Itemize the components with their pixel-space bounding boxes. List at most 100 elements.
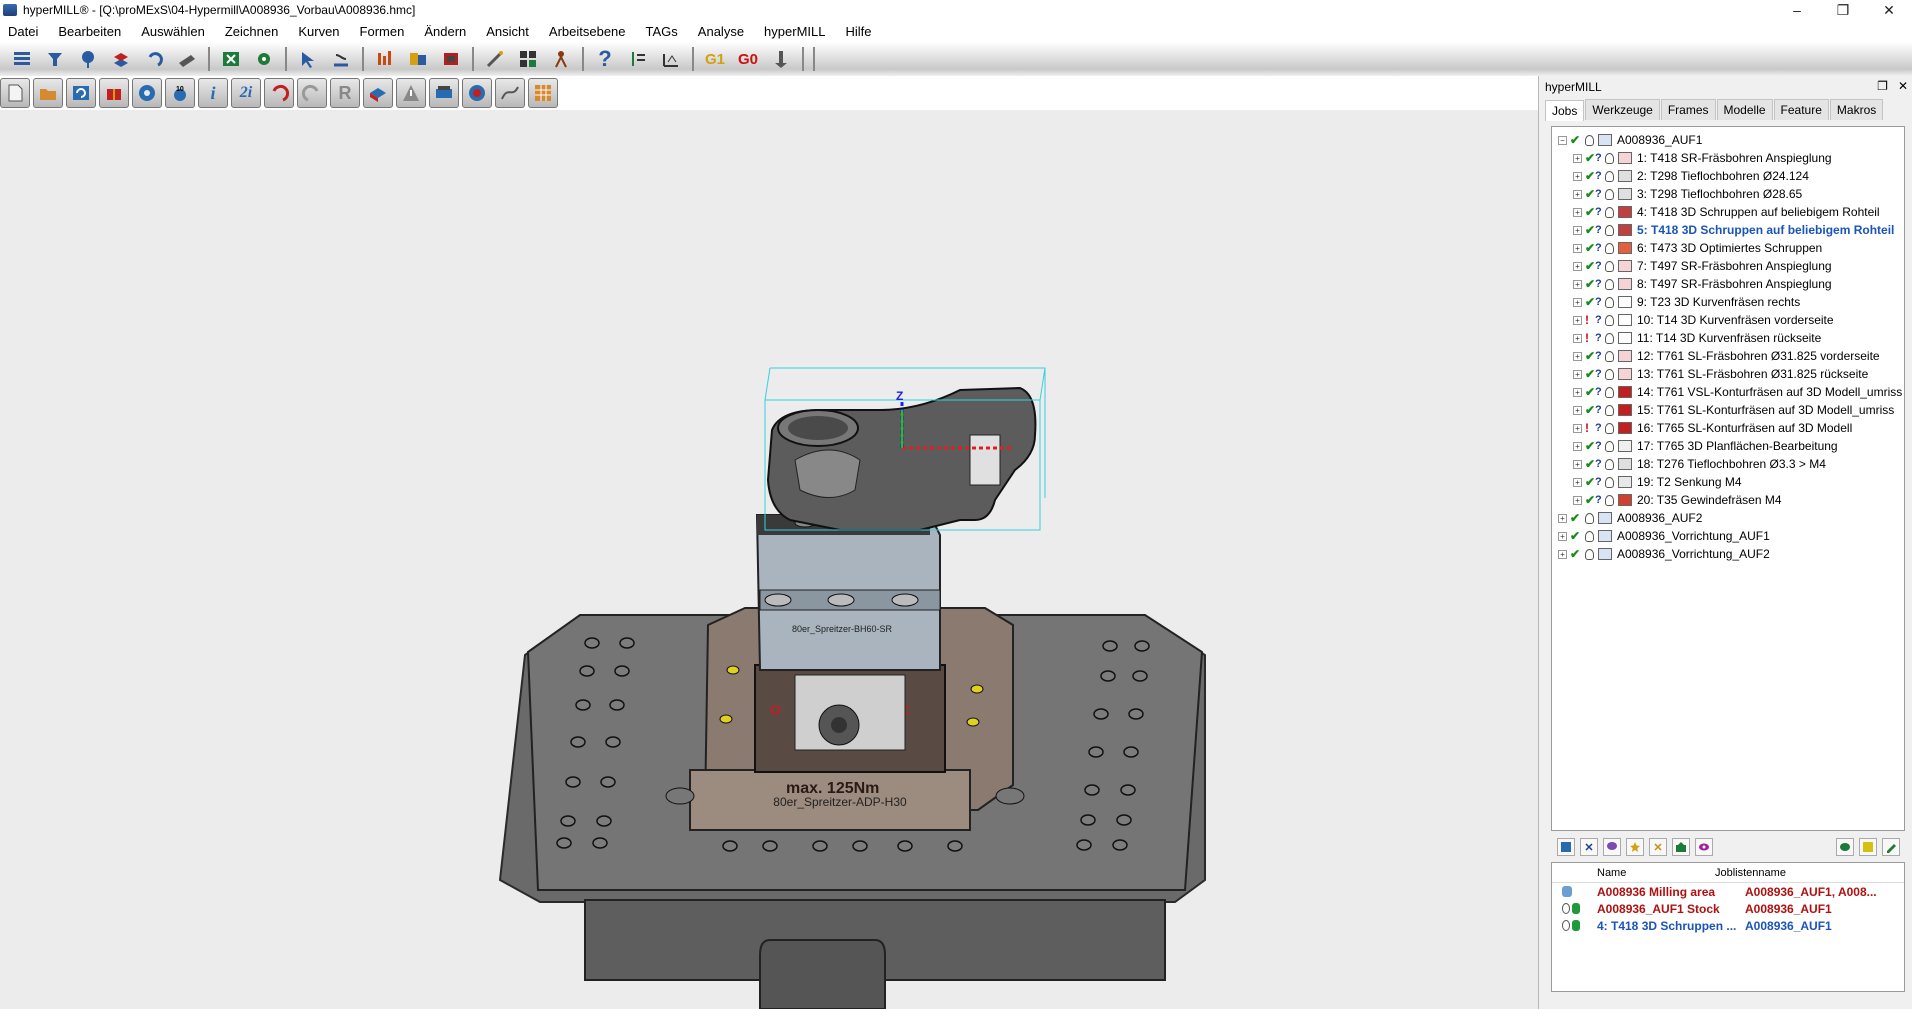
expand-toggle-icon[interactable]: + bbox=[1573, 387, 1582, 397]
job-node[interactable]: + ✔? 6: T473 3D Optimiertes Schruppen bbox=[1552, 239, 1904, 257]
menu-arbeitsebene[interactable]: Arbeitsebene bbox=[549, 24, 626, 39]
table-row[interactable]: A008936 Milling area A008936_AUF1, A008.… bbox=[1552, 883, 1904, 900]
expand-toggle-icon[interactable]: + bbox=[1573, 459, 1582, 469]
menu-hilfe[interactable]: Hilfe bbox=[845, 24, 871, 39]
menu-tags[interactable]: TAGs bbox=[646, 24, 678, 39]
job-node[interactable]: + ✔? 13: T761 SL-Fräsbohren Ø31.825 rückse… bbox=[1552, 365, 1904, 383]
joblist-node[interactable]: + ✔ A008936_AUF2 bbox=[1552, 509, 1904, 527]
close-button[interactable]: ✕ bbox=[1866, 0, 1912, 20]
expand-toggle-icon[interactable]: + bbox=[1573, 333, 1582, 343]
list-icon[interactable] bbox=[626, 47, 650, 71]
job-node[interactable]: +!? 10: T14 3D Kurvenfräsen vorderseite bbox=[1552, 311, 1904, 329]
gear-icon[interactable] bbox=[132, 78, 162, 108]
block-icon[interactable] bbox=[363, 78, 393, 108]
delete-icon[interactable]: ✕ bbox=[1580, 838, 1598, 856]
visibility-bulb-icon[interactable] bbox=[1585, 530, 1594, 542]
maximize-button[interactable]: ❐ bbox=[1820, 0, 1866, 20]
undo-arrow-icon[interactable] bbox=[142, 47, 166, 71]
visibility-bulb-icon[interactable] bbox=[1605, 188, 1614, 200]
visibility-bulb-icon[interactable] bbox=[1605, 152, 1614, 164]
job-node[interactable]: + ✔? 7: T497 SR-Fräsbohren Anspieglung bbox=[1552, 257, 1904, 275]
expand-toggle-icon[interactable]: + bbox=[1573, 189, 1582, 199]
job-node[interactable]: +!? 11: T14 3D Kurvenfräsen rückseite bbox=[1552, 329, 1904, 347]
table-row[interactable]: A008936_AUF1 Stock A008936_AUF1 bbox=[1552, 900, 1904, 917]
comment-icon[interactable] bbox=[1603, 838, 1621, 856]
job-node[interactable]: + ✔? 2: T298 Tieflochbohren Ø24.124 bbox=[1552, 167, 1904, 185]
visibility-bulb-icon[interactable] bbox=[1605, 296, 1614, 308]
expand-toggle-icon[interactable]: + bbox=[1573, 279, 1582, 289]
help-icon[interactable]: ? bbox=[593, 46, 617, 71]
target-icon[interactable] bbox=[462, 78, 492, 108]
g0-icon[interactable]: G0 bbox=[736, 47, 760, 71]
stack-icon[interactable] bbox=[109, 47, 133, 71]
expand-toggle-icon[interactable]: + bbox=[1573, 441, 1582, 451]
wand-icon[interactable] bbox=[483, 47, 507, 71]
figure-icon[interactable] bbox=[549, 47, 573, 71]
visibility-bulb-icon[interactable] bbox=[1585, 548, 1594, 560]
job-node[interactable]: +!? 16: T765 SL-Konturfräsen auf 3D Model… bbox=[1552, 419, 1904, 437]
job-node[interactable]: + ✔? 15: T761 SL-Konturfräsen auf 3D Model… bbox=[1552, 401, 1904, 419]
info2-icon[interactable]: 2i bbox=[231, 78, 261, 108]
tab-frames[interactable]: Frames bbox=[1660, 99, 1716, 120]
table-icon[interactable] bbox=[528, 78, 558, 108]
visibility-bulb-icon[interactable] bbox=[1605, 206, 1614, 218]
visibility-bulb-icon[interactable] bbox=[1605, 368, 1614, 380]
locate-icon[interactable] bbox=[76, 47, 100, 71]
expand-toggle-icon[interactable]: + bbox=[1573, 207, 1582, 217]
visibility-bulb-icon[interactable] bbox=[1605, 314, 1614, 326]
job-node[interactable]: + ✔? 20: T35 Gewindefräsen M4 bbox=[1552, 491, 1904, 509]
menu-ansicht[interactable]: Ansicht bbox=[486, 24, 529, 39]
chart-icon[interactable] bbox=[373, 47, 397, 71]
expand-toggle-icon[interactable]: + bbox=[1573, 423, 1582, 433]
visibility-bulb-icon[interactable] bbox=[1605, 350, 1614, 362]
job-node[interactable]: + ✔? 4: T418 3D Schruppen auf beliebigem R… bbox=[1552, 203, 1904, 221]
table-row[interactable]: 4: T418 3D Schruppen ... A008936_AUF1 bbox=[1552, 917, 1904, 934]
tab-werkzeuge[interactable]: Werkzeuge bbox=[1585, 99, 1660, 120]
visibility-bulb-icon[interactable] bbox=[1605, 278, 1614, 290]
gift-icon[interactable] bbox=[99, 78, 129, 108]
expand-toggle-icon[interactable]: + bbox=[1558, 531, 1567, 541]
tab-modelle[interactable]: Modelle bbox=[1716, 99, 1773, 120]
undo-icon[interactable] bbox=[264, 78, 294, 108]
visibility-bulb-icon[interactable] bbox=[1605, 440, 1614, 452]
visibility-bulb-icon[interactable] bbox=[1605, 458, 1614, 470]
joblist-node[interactable]: − ✔ A008936_AUF1 bbox=[1552, 131, 1904, 149]
g1-icon[interactable]: G1 bbox=[703, 47, 727, 71]
layers-icon[interactable] bbox=[10, 47, 34, 71]
expand-toggle-icon[interactable]: + bbox=[1573, 315, 1582, 325]
tab-jobs[interactable]: Jobs bbox=[1545, 100, 1585, 121]
panel-float-button[interactable]: ❐ bbox=[1877, 79, 1888, 93]
tab-makros[interactable]: Makros bbox=[1829, 99, 1884, 120]
expand-toggle-icon[interactable]: − bbox=[1558, 135, 1567, 145]
excel-icon[interactable] bbox=[219, 47, 243, 71]
cursor-icon[interactable] bbox=[296, 47, 320, 71]
expand-toggle-icon[interactable]: + bbox=[1573, 405, 1582, 415]
cycle-icon[interactable] bbox=[66, 78, 96, 108]
job-node[interactable]: + ✔? 1: T418 SR-Fräsbohren Anspieglung bbox=[1552, 149, 1904, 167]
ruler-icon[interactable] bbox=[329, 47, 353, 71]
expand-toggle-icon[interactable]: + bbox=[1558, 513, 1567, 523]
col-name-header[interactable]: Name bbox=[1552, 867, 1710, 879]
expand-toggle-icon[interactable]: + bbox=[1573, 153, 1582, 163]
boxes-icon[interactable] bbox=[406, 47, 430, 71]
tool-icon[interactable] bbox=[43, 47, 67, 71]
job-node[interactable]: + ✔? 19: T2 Senkung M4 bbox=[1552, 473, 1904, 491]
expand-toggle-icon[interactable]: + bbox=[1573, 351, 1582, 361]
db-icon[interactable] bbox=[1836, 838, 1854, 856]
job-node[interactable]: + ✔? 9: T23 3D Kurvenfräsen rechts bbox=[1552, 293, 1904, 311]
folder-icon[interactable] bbox=[33, 78, 63, 108]
menu-kurven[interactable]: Kurven bbox=[298, 24, 339, 39]
panel-close-button[interactable]: ✕ bbox=[1898, 79, 1908, 93]
grid-icon[interactable] bbox=[516, 47, 540, 71]
menu-datei[interactable]: Datei bbox=[8, 24, 38, 39]
menu-zeichnen[interactable]: Zeichnen bbox=[225, 24, 278, 39]
expand-toggle-icon[interactable]: + bbox=[1573, 171, 1582, 181]
job-node[interactable]: + ✔? 18: T276 Tieflochbohren Ø3.3 > M4 bbox=[1552, 455, 1904, 473]
visibility-bulb-icon[interactable] bbox=[1605, 476, 1614, 488]
menu-formen[interactable]: Formen bbox=[360, 24, 405, 39]
visibility-bulb-icon[interactable] bbox=[1605, 494, 1614, 506]
menu-aendern[interactable]: Ändern bbox=[424, 24, 466, 39]
pencil-icon[interactable] bbox=[1882, 838, 1900, 856]
expand-toggle-icon[interactable]: + bbox=[1558, 549, 1567, 559]
settings-icon[interactable] bbox=[252, 47, 276, 71]
